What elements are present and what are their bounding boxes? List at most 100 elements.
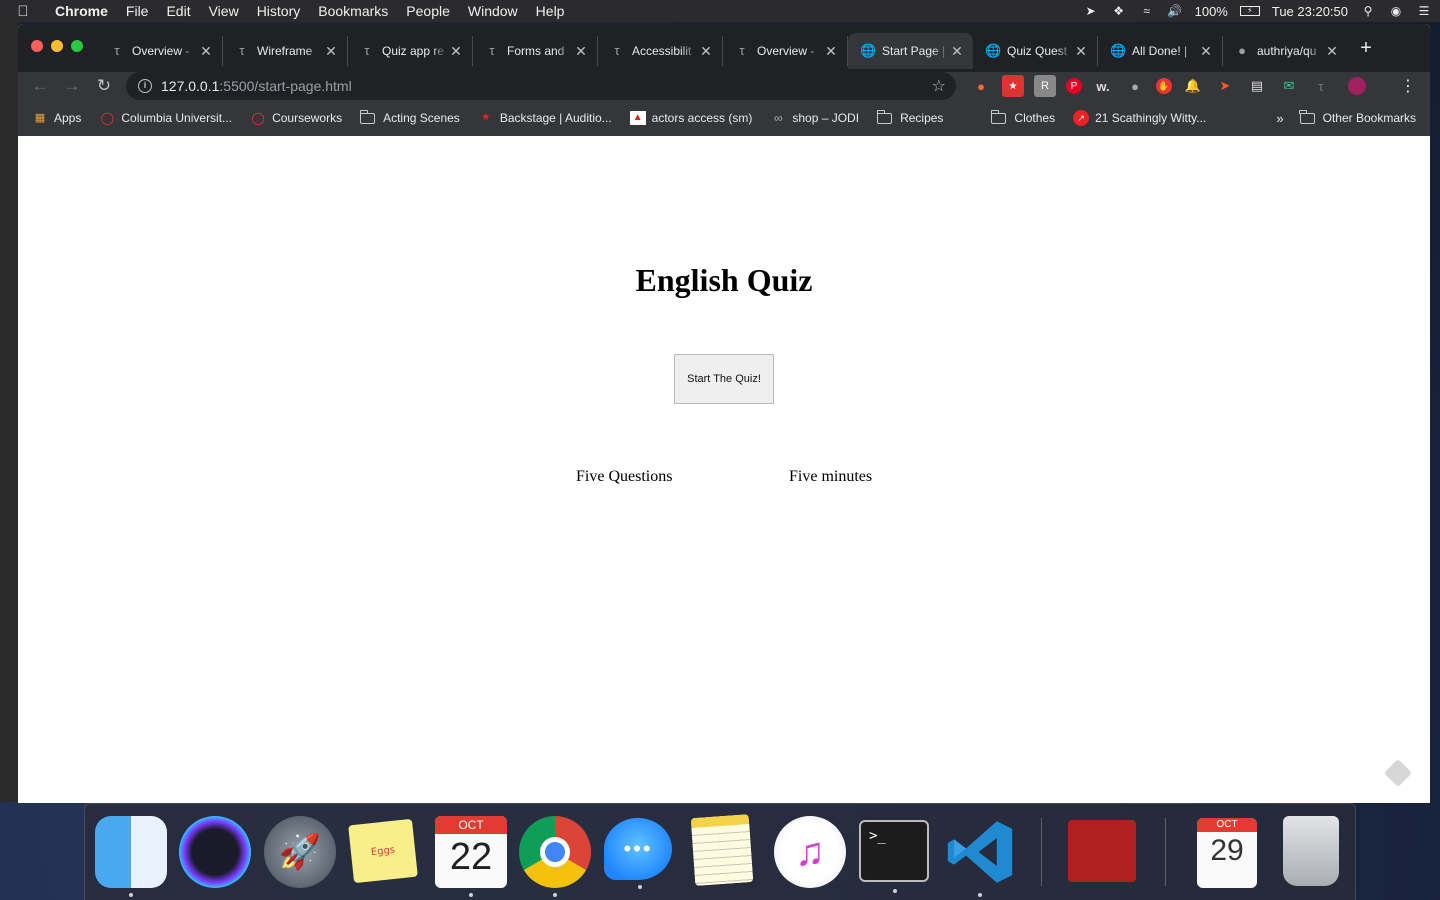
mail-check-icon[interactable]: ✉ [1278,75,1300,97]
close-tab-icon[interactable]: ✕ [823,43,839,60]
dock-calendar-event-icon[interactable]: OCT 29 [1197,818,1257,888]
bookmark-shop-jodi[interactable]: ∞ shop – JODI [770,111,859,125]
dock-finder-icon[interactable] [95,816,167,897]
start-quiz-button[interactable]: Start The Quiz! [674,354,774,404]
live-server-diamond-icon[interactable] [1383,758,1413,788]
reload-icon[interactable]: ↻ [88,76,120,96]
tab-quiz-app[interactable]: τ Quiz app re ✕ [348,36,473,66]
bookmark-clothes[interactable]: Clothes [990,109,1055,125]
battery-percent[interactable]: 100% [1195,4,1228,19]
extension-fire-icon[interactable]: ● [970,75,992,97]
bookmark-acting-scenes[interactable]: Acting Scenes [359,109,460,125]
menu-file[interactable]: File [117,3,158,19]
running-indicator [553,893,557,897]
pinterest-icon[interactable]: P [1066,78,1082,94]
close-tab-icon[interactable]: ✕ [1073,43,1089,60]
tab-overview-2[interactable]: τ Overview - ✕ [723,36,848,66]
dock-photo-booth-icon[interactable] [1068,820,1136,882]
close-tab-icon[interactable]: ✕ [573,43,589,60]
menu-view[interactable]: View [200,3,248,19]
address-bar[interactable]: i 127.0.0.1:5500/start-page.html ☆ [126,72,956,100]
folder-icon [876,109,893,124]
dock-trash-icon[interactable] [1283,816,1339,886]
close-tab-icon[interactable]: ✕ [448,43,464,60]
bookmark-label: Courseworks [272,111,343,125]
siri-icon[interactable]: ◉ [1388,4,1404,18]
forward-arrow-icon[interactable]: → [56,76,88,96]
bookmark-recipes[interactable]: Recipes [876,109,943,125]
menu-bookmarks[interactable]: Bookmarks [309,3,397,19]
document-icon[interactable]: ▤ [1246,75,1268,97]
dock-siri-icon[interactable] [179,816,251,888]
bookmarks-overflow-chevron-icon[interactable]: » [1276,111,1283,126]
menu-people[interactable]: People [397,3,459,19]
tab-overview-1[interactable]: τ Overview - ✕ [98,36,223,66]
spotlight-search-icon[interactable]: ⚲ [1360,4,1376,18]
menubar-clock[interactable]: Tue 23:20:50 [1272,4,1348,19]
close-window-button[interactable] [31,40,43,52]
extension-arrow-icon[interactable]: ➤ [1214,75,1236,97]
close-tab-icon[interactable]: ✕ [949,43,965,60]
dropbox-icon[interactable]: ❖ [1111,4,1127,18]
extension-red-icon[interactable]: ★ [1002,75,1024,97]
dock-stickies-icon[interactable]: Eggs [348,818,418,884]
close-tab-icon[interactable]: ✕ [198,43,214,60]
dock-launchpad-icon[interactable]: 🚀 [264,816,336,888]
bookmark-columbia[interactable]: ◯ Columbia Universit... [99,111,232,125]
dock-messages-icon[interactable]: ••• [604,818,672,889]
close-tab-icon[interactable]: ✕ [323,43,339,60]
tab-wireframe[interactable]: τ Wireframe ✕ [223,36,348,66]
dock-notes-icon[interactable] [690,814,754,886]
menu-window[interactable]: Window [459,3,527,19]
location-arrow-icon[interactable]: ➤ [1083,4,1099,18]
extension-r-icon[interactable]: R [1034,75,1056,97]
template-icon: τ [239,43,245,58]
adblock-icon[interactable]: ✋ [1156,78,1172,94]
tab-github-repo[interactable]: ● authriya/qu ✕ [1223,36,1348,66]
close-tab-icon[interactable]: ✕ [1324,43,1340,60]
volume-icon[interactable]: 🔊 [1167,4,1183,18]
menu-history[interactable]: History [248,3,310,19]
apple-logo-icon[interactable]:  [0,3,46,20]
dock-terminal-icon[interactable]: >_ [859,820,929,893]
bookmark-scathingly-witty[interactable]: ↗ 21 Scathingly Witty... [1073,110,1206,126]
bell-icon[interactable]: 🔔 [1182,75,1204,97]
bookmark-actors-access[interactable]: ▲ actors access (sm) [629,111,752,125]
close-tab-icon[interactable]: ✕ [1198,43,1214,60]
bookmark-apps[interactable]: ▦ Apps [32,111,82,125]
running-indicator [978,893,982,897]
extension-grey-circle-icon[interactable]: ● [1124,75,1146,97]
dock-vscode-icon[interactable] [944,816,1016,897]
tab-title: Wireframe [257,44,313,58]
extension-w-icon[interactable]: w. [1092,75,1114,97]
menu-edit[interactable]: Edit [157,3,199,19]
tab-accessibility[interactable]: τ Accessibilit ✕ [598,36,723,66]
profile-avatar[interactable] [1348,77,1366,95]
template-ext-icon[interactable]: τ [1310,75,1332,97]
dock-itunes-icon[interactable]: ♫ [774,816,846,888]
tab-start-page[interactable]: 🌐 Start Page | ✕ [848,33,973,69]
notification-center-icon[interactable]: ☰ [1416,4,1432,18]
tab-forms[interactable]: τ Forms and ✕ [473,36,598,66]
close-tab-icon[interactable]: ✕ [698,43,714,60]
chrome-menu-icon[interactable]: ⋮ [1400,76,1416,96]
menu-help[interactable]: Help [527,3,574,19]
bookmark-backstage[interactable]: ★ Backstage | Auditio... [478,111,611,125]
tab-quiz-questions[interactable]: 🌐 Quiz Quest ✕ [973,36,1098,66]
back-arrow-icon[interactable]: ← [24,76,56,96]
site-info-icon[interactable]: i [138,79,152,93]
tabs: τ Overview - ✕ τ Wireframe ✕ τ Quiz app re ✕ τ… [98,33,1348,72]
new-tab-plus-icon[interactable]: + [1356,37,1376,60]
wifi-icon[interactable]: ≈ [1139,4,1155,18]
bookmark-star-icon[interactable]: ☆ [932,76,946,96]
dock-calendar-icon[interactable]: OCT 22 [435,816,507,897]
bookmark-other-bookmarks[interactable]: Other Bookmarks [1299,109,1416,125]
tab-all-done[interactable]: 🌐 All Done! | ✕ [1098,36,1223,66]
tab-title: authriya/qu [1257,44,1317,58]
dock-chrome-icon[interactable] [519,816,591,897]
battery-icon[interactable]: ⚡ [1239,6,1260,16]
menu-chrome[interactable]: Chrome [46,3,117,19]
minimize-window-button[interactable] [51,40,63,52]
zoom-window-button[interactable] [71,40,83,52]
bookmark-courseworks[interactable]: ◯ Courseworks [250,111,342,125]
